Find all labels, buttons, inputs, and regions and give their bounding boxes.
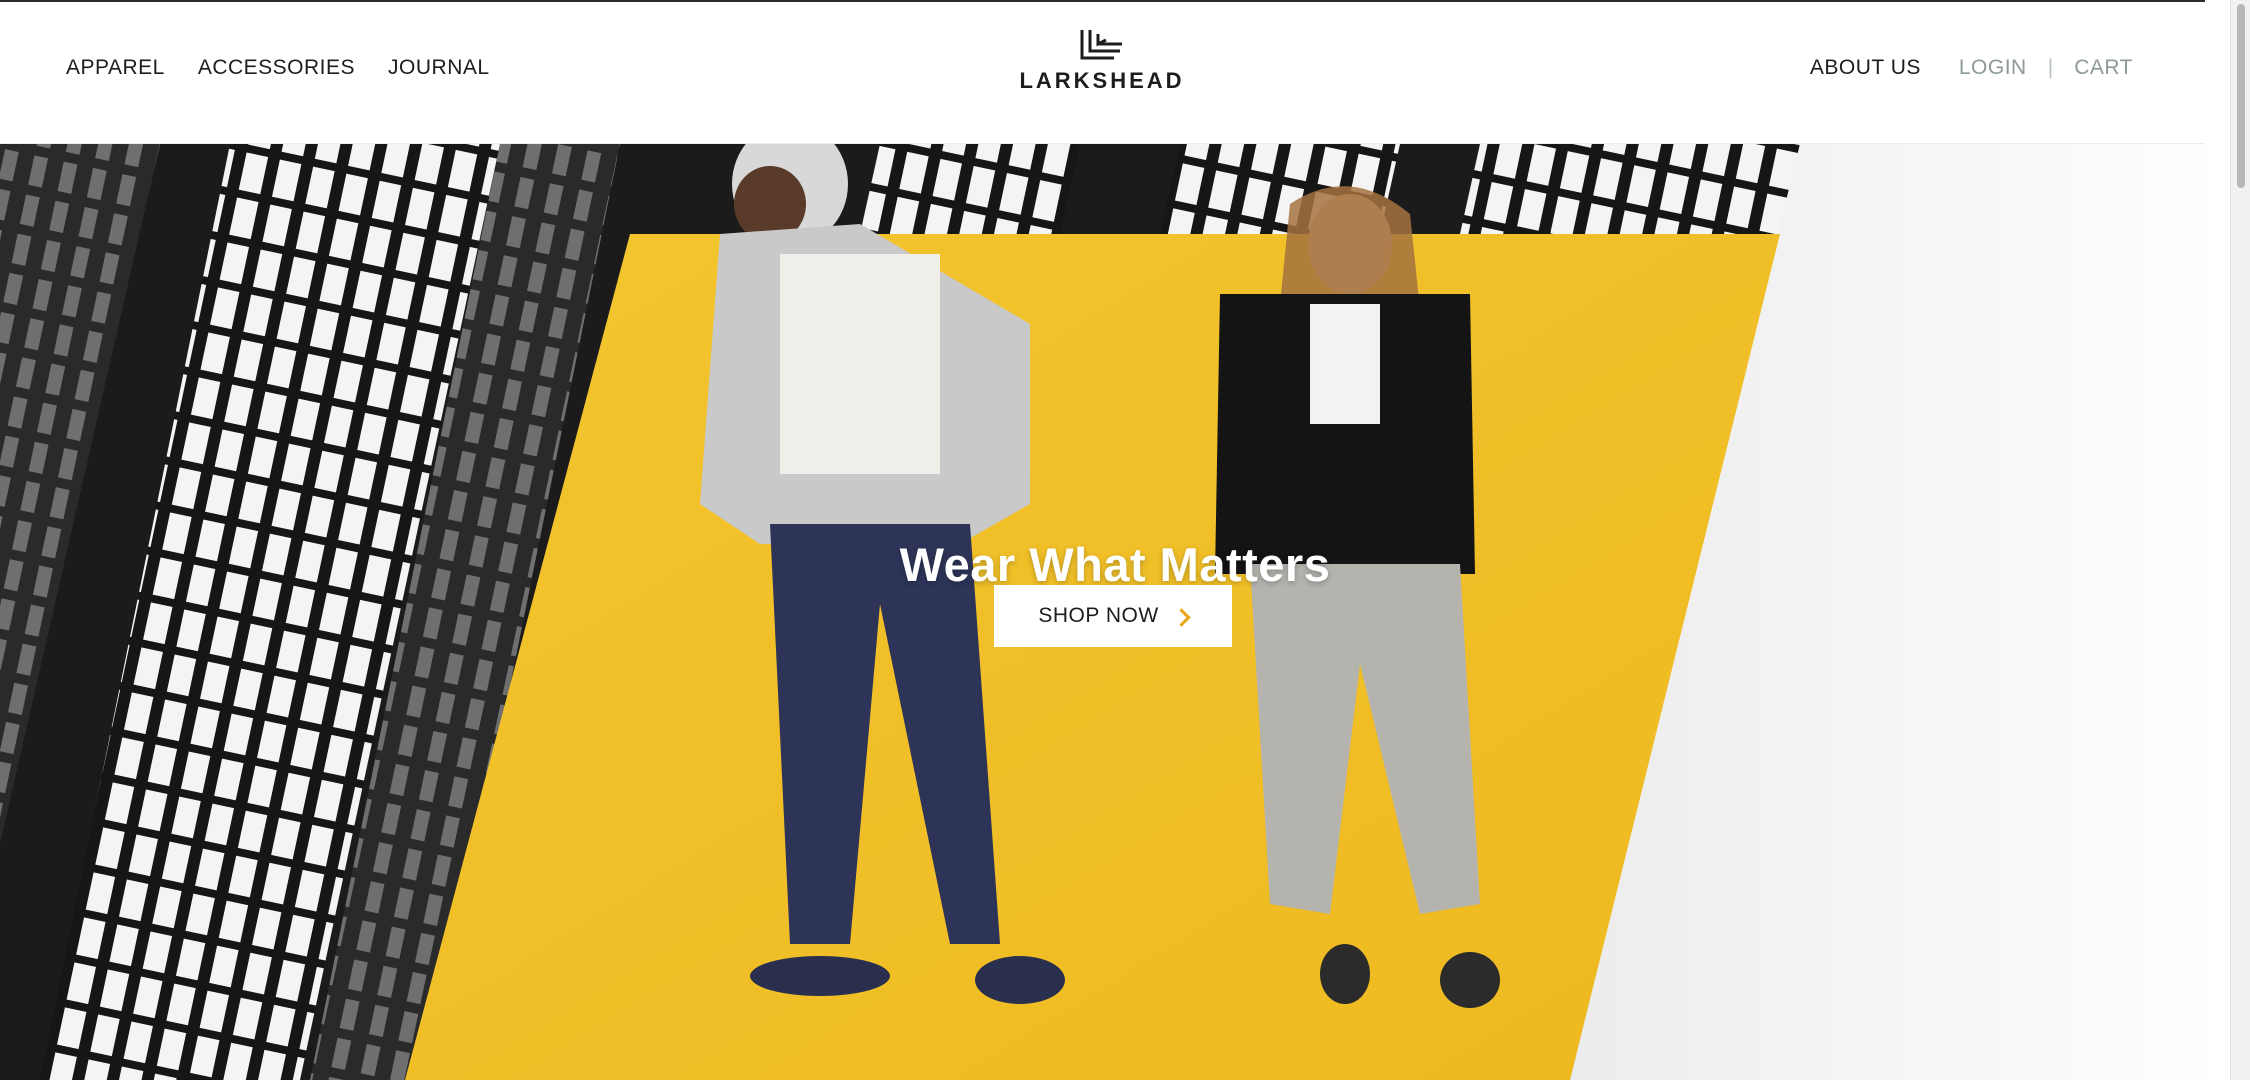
scrollbar-thumb[interactable] (2237, 4, 2245, 188)
account-nav: ABOUT US LOGIN | CART (1772, 56, 2133, 80)
nav-accessories[interactable]: ACCESSORIES (198, 56, 355, 80)
site-header: APPAREL ACCESSORIES JOURNAL LARKSHEAD AB… (0, 2, 2205, 144)
nav-journal[interactable]: JOURNAL (388, 56, 490, 80)
vertical-scrollbar[interactable] (2230, 0, 2250, 1080)
brand-name: LARKSHEAD (1019, 68, 1185, 93)
shop-now-label: SHOP NOW (1038, 604, 1159, 627)
brand-logo[interactable]: LARKSHEAD (1012, 28, 1192, 108)
page: APPAREL ACCESSORIES JOURNAL LARKSHEAD AB… (0, 0, 2230, 1080)
nav-about-us[interactable]: ABOUT US (1810, 56, 1921, 80)
shop-now-button[interactable]: SHOP NOW (994, 585, 1232, 647)
nav-cart[interactable]: CART (2074, 56, 2133, 80)
chevron-right-icon (1171, 607, 1191, 627)
nav-apparel[interactable]: APPAREL (66, 56, 165, 80)
hero-banner: Wear What Matters SHOP NOW (0, 144, 2205, 1080)
larkshead-logo-icon (1080, 30, 1122, 60)
nav-separator: | (2047, 56, 2054, 79)
nav-login[interactable]: LOGIN (1959, 56, 2027, 80)
primary-nav: APPAREL ACCESSORIES JOURNAL (66, 56, 490, 80)
